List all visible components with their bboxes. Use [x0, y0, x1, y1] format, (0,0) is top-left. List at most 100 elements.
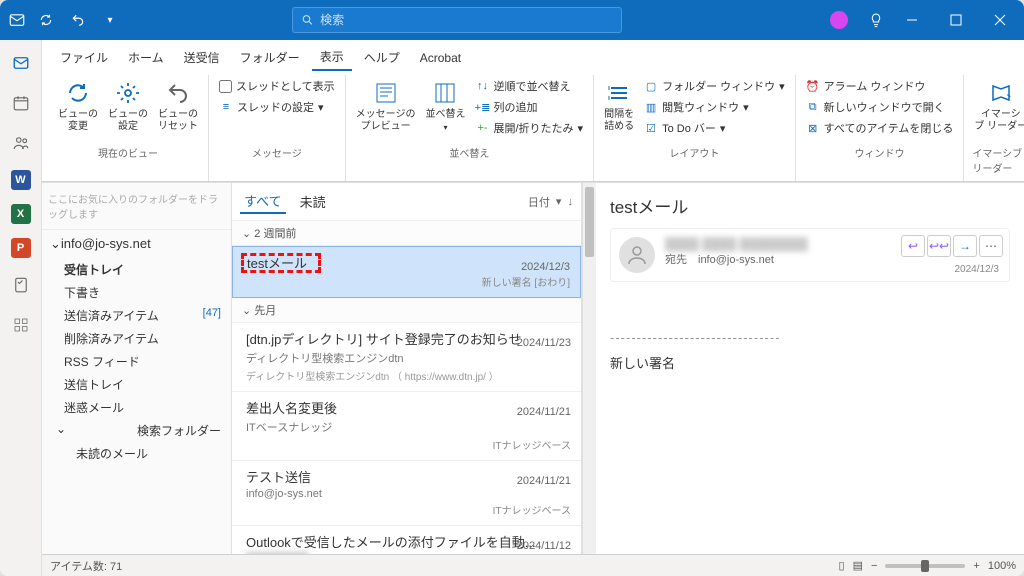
content-area: ここにお気に入りのフォルダーをドラッグします ⌄info@jo-sys.net …	[42, 182, 1024, 554]
folder-rss[interactable]: RSS フィード	[42, 350, 231, 373]
tab-view[interactable]: 表示	[312, 44, 352, 71]
folder-window-button[interactable]: ▢フォルダー ウィンドウ ▾	[642, 77, 787, 95]
tab-sendrecv[interactable]: 送受信	[176, 45, 228, 70]
tab-file[interactable]: ファイル	[52, 45, 116, 70]
reset-icon	[164, 79, 192, 107]
group-2weeks[interactable]: ⌄ 2 週間前	[232, 221, 581, 246]
close-button[interactable]	[980, 0, 1020, 40]
group-label-sort: 並べ替え	[449, 143, 489, 164]
message-item-4[interactable]: Outlookで受信したメールの添付ファイルを自動... ████████ 20…	[232, 526, 581, 554]
search-icon	[301, 13, 314, 27]
view-change-button[interactable]: ビューの 変更	[56, 77, 100, 135]
zoom-out-button[interactable]: −	[871, 560, 877, 572]
rail-powerpoint-icon[interactable]: P	[11, 238, 31, 258]
ribbon-group-immersive: イマーシ ブ リーダー イマーシブ リーダー	[964, 75, 1024, 181]
rail-todo-icon[interactable]	[8, 272, 34, 298]
titlebar: ▾	[0, 0, 1024, 40]
search-box[interactable]	[292, 7, 622, 33]
message-item-1[interactable]: [dtn.jpディレクトリ] サイト登録完了のお知らせ ディレクトリ型検索エンジ…	[232, 323, 581, 392]
alarm-icon: ⏰	[806, 79, 820, 93]
reading-header: ████ ████ ████████ 宛先 info@jo-sys.net ↩ …	[610, 228, 1010, 282]
rail-word-icon[interactable]: W	[11, 170, 31, 190]
reverse-sort-icon: ↑↓	[475, 79, 489, 93]
account-header[interactable]: ⌄info@jo-sys.net	[42, 230, 231, 258]
group-label-messages: メッセージ	[252, 143, 302, 164]
list-tab-unread[interactable]: 未読	[296, 190, 330, 213]
folder-unread[interactable]: 未読のメール	[42, 442, 231, 465]
view-reset-button[interactable]: ビューの リセット	[156, 77, 200, 135]
folder-pane: ここにお気に入りのフォルダーをドラッグします ⌄info@jo-sys.net …	[42, 183, 232, 554]
statusbar: アイテム数: 71 ▯ ▤ − + 100%	[42, 554, 1024, 576]
show-as-thread-checkbox[interactable]: スレッドとして表示	[217, 77, 337, 95]
spacing-icon	[605, 79, 633, 107]
immersive-reader-button[interactable]: イマーシ ブ リーダー	[972, 77, 1024, 135]
search-input[interactable]	[320, 13, 613, 27]
zoom-level: 100%	[988, 560, 1016, 572]
folder-search-folders[interactable]: ⌄ 検索フォルダー	[42, 419, 231, 442]
folder-junk[interactable]: 迷惑メール	[42, 396, 231, 419]
list-sort-button[interactable]: 日付 ▾ ↓	[528, 194, 573, 210]
rail-mail-icon[interactable]	[8, 50, 34, 76]
close-all-button[interactable]: ⊠すべてのアイテムを閉じる	[804, 119, 956, 137]
tab-folder[interactable]: フォルダー	[232, 45, 308, 70]
todo-bar-icon: ☑	[644, 121, 658, 135]
rail-calendar-icon[interactable]	[8, 90, 34, 116]
minimize-button[interactable]	[892, 0, 932, 40]
reply-all-button[interactable]: ↩↩	[927, 235, 951, 257]
folder-sent[interactable]: 送信済みアイテム[47]	[42, 304, 231, 327]
add-column-button[interactable]: +≣列の追加	[473, 98, 585, 116]
zoom-in-button[interactable]: +	[973, 560, 979, 572]
alarm-window-button[interactable]: ⏰アラーム ウィンドウ	[804, 77, 956, 95]
message-item-3[interactable]: テスト送信 info@jo-sys.net 2024/11/21 ITナレッジベ…	[232, 461, 581, 526]
message-preview-button[interactable]: メッセージの プレビュー	[354, 77, 418, 135]
view-reading-icon[interactable]: ▤	[853, 559, 863, 572]
tab-home[interactable]: ホーム	[120, 45, 172, 70]
rail-more-icon[interactable]	[8, 312, 34, 338]
maximize-button[interactable]	[936, 0, 976, 40]
folder-deleted[interactable]: 削除済みアイテム	[42, 327, 231, 350]
rail-people-icon[interactable]	[8, 130, 34, 156]
folder-window-icon: ▢	[644, 79, 658, 93]
sync-button[interactable]	[34, 8, 58, 32]
immersive-reader-icon	[987, 79, 1015, 107]
list-scrollbar[interactable]	[582, 183, 596, 554]
thread-settings-button[interactable]: ≡スレッドの設定 ▾	[217, 98, 337, 116]
user-avatar[interactable]	[830, 11, 848, 29]
qat-dropdown[interactable]: ▾	[98, 8, 122, 32]
ribbon: ビューの 変更 ビューの 設定 ビューの リセット 現在のビュー	[42, 71, 1024, 182]
recipient-line: 宛先 info@jo-sys.net	[665, 251, 808, 267]
tab-help[interactable]: ヘルプ	[356, 45, 408, 70]
reading-window-button[interactable]: ▥閲覧ウィンドウ ▾	[642, 98, 787, 116]
view-normal-icon[interactable]: ▯	[839, 559, 845, 572]
folder-outbox[interactable]: 送信トレイ	[42, 373, 231, 396]
zoom-slider[interactable]	[885, 564, 965, 568]
preview-icon	[372, 79, 400, 107]
group-lastmonth[interactable]: ⌄ 先月	[232, 298, 581, 323]
message-item-2[interactable]: 差出人名変更後 ITベースナレッジ 2024/11/21 ITナレッジベース	[232, 392, 581, 461]
spacing-button[interactable]: 間隔を 詰める	[602, 77, 636, 135]
ribbon-group-current-view: ビューの 変更 ビューの 設定 ビューの リセット 現在のビュー	[48, 75, 209, 181]
lightbulb-button[interactable]	[864, 8, 888, 32]
sort-button[interactable]: 並べ替え▾	[423, 77, 467, 135]
message-item-0[interactable]: testメール 2024/12/3 新しい署名 [おわり]	[232, 246, 581, 298]
new-window-button[interactable]: ⧉新しいウィンドウで開く	[804, 98, 956, 116]
sort-icon	[431, 79, 459, 107]
folder-inbox[interactable]: 受信トレイ	[42, 258, 231, 281]
reverse-sort-button[interactable]: ↑↓逆順で並べ替え	[473, 77, 585, 95]
list-tab-all[interactable]: すべて	[240, 189, 286, 214]
more-actions-button[interactable]: ⋯	[979, 235, 1003, 257]
add-column-icon: +≣	[475, 100, 489, 114]
folder-drafts[interactable]: 下書き	[42, 281, 231, 304]
expand-collapse-button[interactable]: +-展開/折りたたみ ▾	[473, 119, 585, 137]
todo-bar-button[interactable]: ☑To Do バー ▾	[642, 119, 787, 137]
ribbon-tabs: ファイル ホーム 送受信 フォルダー 表示 ヘルプ Acrobat	[42, 40, 1024, 71]
forward-button[interactable]: →	[953, 235, 977, 257]
reply-button[interactable]: ↩	[901, 235, 925, 257]
group-label-window: ウィンドウ	[855, 143, 905, 164]
tab-acrobat[interactable]: Acrobat	[412, 47, 469, 69]
rail-excel-icon[interactable]: X	[11, 204, 31, 224]
ribbon-group-sort: メッセージの プレビュー 並べ替え▾ ↑↓逆順で並べ替え +≣列の追加 +-展開…	[346, 75, 594, 181]
view-settings-button[interactable]: ビューの 設定	[106, 77, 150, 135]
list-header: すべて 未読 日付 ▾ ↓	[232, 183, 581, 221]
undo-button[interactable]	[66, 8, 90, 32]
